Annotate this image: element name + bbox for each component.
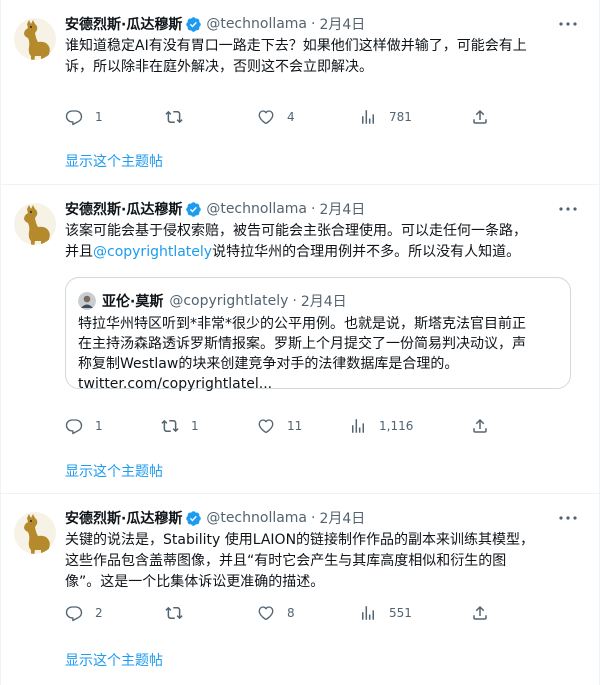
retweet-count: 1 <box>191 419 199 433</box>
views-button[interactable]: 781 <box>359 107 412 127</box>
views-icon <box>349 417 367 435</box>
share-button[interactable] <box>471 416 489 436</box>
share-icon <box>471 108 489 126</box>
author-handle[interactable]: @technollama <box>206 510 307 526</box>
reply-count: 1 <box>95 419 103 433</box>
tweet[interactable]: 安德烈斯·瓜达穆斯 @technollama · 2月4日 谁知道稳定AI有没有… <box>1 0 600 185</box>
views-count: 1,116 <box>379 419 414 433</box>
like-count: 4 <box>287 110 295 124</box>
views-icon <box>359 108 377 126</box>
reply-icon <box>65 604 83 622</box>
tweet-text: 该案可能会基于侵权索赔，被告可能会主张合理使用。可以走任何一条路， 并且@cop… <box>65 221 573 263</box>
reply-icon <box>65 108 83 126</box>
views-count: 781 <box>389 110 412 124</box>
like-button[interactable]: 8 <box>257 603 295 623</box>
retweet-button[interactable]: 1 <box>161 416 199 436</box>
share-button[interactable] <box>471 107 489 127</box>
tweet[interactable]: 安德烈斯·瓜达穆斯 @technollama · 2月4日 该案可能会基于侵权索… <box>1 185 600 494</box>
like-count: 11 <box>287 419 303 433</box>
quoted-tweet-link[interactable]: twitter.com/copyrightlatel... <box>78 374 563 394</box>
separator-dot: · <box>311 510 316 526</box>
retweet-icon <box>161 417 179 435</box>
tweet-text: 关键的说法是，Stability 使用LAION的链接制作作品的副本来训练其模型… <box>65 530 573 593</box>
more-options-icon[interactable] <box>559 203 577 215</box>
tweet-text-line: 该案可能会基于侵权索赔，被告可能会主张合理使用。可以走任何一条路， <box>65 223 527 239</box>
verified-badge-icon <box>185 201 202 218</box>
tweet-header: 安德烈斯·瓜达穆斯 @technollama · 2月4日 <box>65 199 365 219</box>
retweet-button[interactable] <box>165 107 195 127</box>
reply-button[interactable]: 1 <box>65 416 103 436</box>
reply-count: 2 <box>95 606 103 620</box>
text-fragment: 并且 <box>65 244 93 260</box>
tweet-text: 谁知道稳定AI有没有胃口一路走下去？如果他们这样做并输了，可能会有上 诉，所以除… <box>65 36 573 78</box>
retweet-button[interactable] <box>165 603 195 623</box>
tweet[interactable]: 安德烈斯·瓜达穆斯 @technollama · 2月4日 关键的说法是，Sta… <box>1 494 600 685</box>
separator-dot: · <box>292 293 297 309</box>
like-icon <box>257 604 275 622</box>
quoted-tweet-header: 亚伦·莫斯 @copyrightlately · 2月4日 <box>78 291 347 311</box>
show-thread-link[interactable]: 显示这个主题帖 <box>65 650 163 670</box>
author-name[interactable]: 安德烈斯·瓜达穆斯 <box>65 199 182 219</box>
tweet-date[interactable]: 2月4日 <box>319 14 365 34</box>
show-thread-link[interactable]: 显示这个主题帖 <box>65 151 163 171</box>
tweet-text-line: 谁知道稳定AI有没有胃口一路走下去？如果他们这样做并输了，可能会有上 <box>65 38 527 54</box>
action-bar: 1 4 781 <box>65 107 535 127</box>
author-name[interactable]: 安德烈斯·瓜达穆斯 <box>65 508 182 528</box>
author-handle[interactable]: @technollama <box>206 201 307 217</box>
tweet-text-line: 这些作品包含盖蒂图像，并且“有时它会产生与其库高度相似和衍生的图 <box>65 553 507 569</box>
views-button[interactable]: 1,116 <box>349 416 413 436</box>
retweet-icon <box>165 108 183 126</box>
quoted-tweet-text: 特拉华州特区听到*非常*很少的公平用例。也就是说，斯塔克法官目前正 在主持汤森路… <box>78 314 563 394</box>
llama-avatar-icon[interactable] <box>14 203 56 245</box>
share-button[interactable] <box>471 603 489 623</box>
quoted-text-line: 称复制Westlaw的块来创建竞争对手的法律数据库是合理的。 <box>78 356 459 372</box>
views-button[interactable]: 551 <box>359 603 412 623</box>
tweet-date[interactable]: 2月4日 <box>319 508 365 528</box>
quoted-author-name: 亚伦·莫斯 <box>102 294 164 310</box>
tweet-text-line: 诉，所以除非在庭外解决，否则这不会立即解决。 <box>65 59 373 75</box>
quoted-tweet-date: 2月4日 <box>300 294 347 310</box>
like-icon <box>257 417 275 435</box>
tweet-text-line: 关键的说法是，Stability 使用LAION的链接制作作品的副本来训练其模型… <box>65 532 535 548</box>
author-name[interactable]: 安德烈斯·瓜达穆斯 <box>65 14 182 34</box>
llama-avatar-icon[interactable] <box>14 18 56 60</box>
like-icon <box>257 108 275 126</box>
quoted-text-line: 在主持汤森路透诉罗斯情报案。罗斯上个月提交了一份简易判决动议，声 <box>78 336 526 352</box>
quoted-text-line: 特拉华州特区听到*非常*很少的公平用例。也就是说，斯塔克法官目前正 <box>78 316 526 332</box>
action-bar: 1 1 11 1,116 <box>65 416 535 436</box>
verified-badge-icon <box>185 510 202 527</box>
reply-count: 1 <box>95 110 103 124</box>
tweet-text-line: 并且@copyrightlately说特拉华州的合理用例并不多。所以没有人知道。 <box>65 242 573 263</box>
quoted-author-handle: @copyrightlately <box>169 293 289 309</box>
more-options-icon[interactable] <box>559 512 577 524</box>
tweet-feed: 安德烈斯·瓜达穆斯 @technollama · 2月4日 谁知道稳定AI有没有… <box>0 0 600 685</box>
reply-button[interactable]: 2 <box>65 603 103 623</box>
llama-avatar-icon[interactable] <box>14 512 56 554</box>
show-thread-link[interactable]: 显示这个主题帖 <box>65 461 163 481</box>
more-options-icon[interactable] <box>559 18 577 30</box>
separator-dot: · <box>311 16 316 32</box>
text-fragment: 说特拉华州的合理用例并不多。所以没有人知道。 <box>212 244 521 260</box>
retweet-icon <box>165 604 183 622</box>
action-bar: 2 8 551 <box>65 603 535 623</box>
tweet-text-line: 像”。这是一个比集体诉讼更准确的描述。 <box>65 574 325 590</box>
separator-dot: · <box>311 201 316 217</box>
reply-icon <box>65 417 83 435</box>
like-count: 8 <box>287 606 295 620</box>
like-button[interactable]: 11 <box>257 416 302 436</box>
tweet-header: 安德烈斯·瓜达穆斯 @technollama · 2月4日 <box>65 508 365 528</box>
reply-button[interactable]: 1 <box>65 107 103 127</box>
tweet-header: 安德烈斯·瓜达穆斯 @technollama · 2月4日 <box>65 14 365 34</box>
quoted-author-avatar <box>78 292 96 310</box>
author-handle[interactable]: @technollama <box>206 16 307 32</box>
verified-badge-icon <box>185 16 202 33</box>
views-icon <box>359 604 377 622</box>
views-count: 551 <box>389 606 412 620</box>
tweet-date[interactable]: 2月4日 <box>319 199 365 219</box>
like-button[interactable]: 4 <box>257 107 295 127</box>
share-icon <box>471 417 489 435</box>
quoted-tweet[interactable]: 亚伦·莫斯 @copyrightlately · 2月4日 特拉华州特区听到*非… <box>65 277 571 392</box>
share-icon <box>471 604 489 622</box>
mention-link[interactable]: @copyrightlately <box>93 244 212 260</box>
